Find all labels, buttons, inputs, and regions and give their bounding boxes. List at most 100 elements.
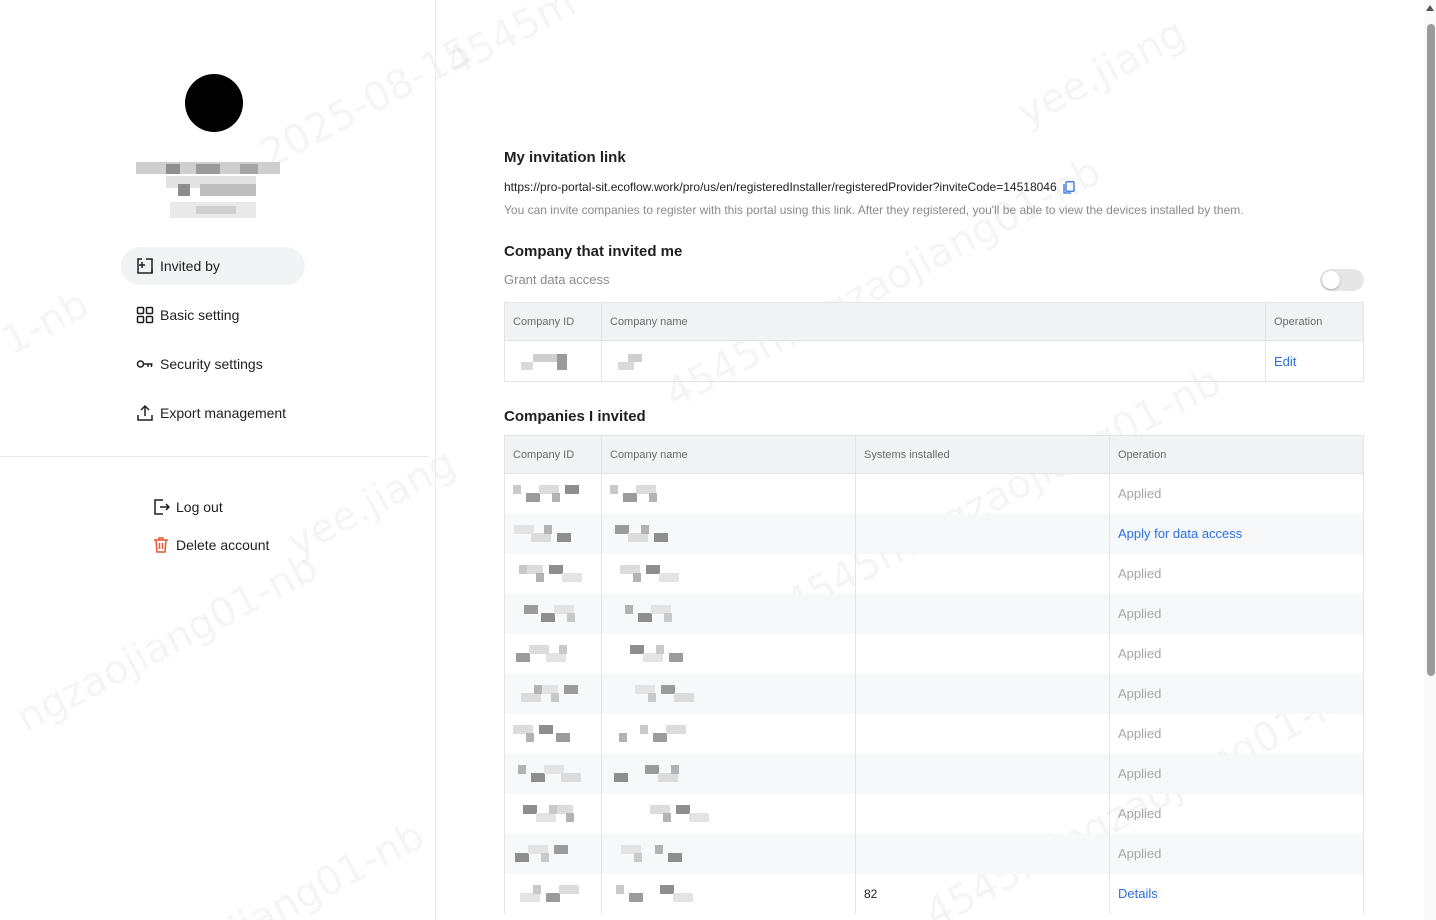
redacted-company-id bbox=[504, 340, 602, 382]
sidebar-item-security-settings[interactable]: Security settings bbox=[121, 345, 305, 383]
column-header: Operation bbox=[1109, 435, 1364, 474]
redacted-company-name bbox=[601, 753, 856, 794]
logout-button[interactable]: Log out bbox=[152, 496, 223, 518]
redacted-company-name bbox=[601, 633, 856, 674]
redacted-company-id bbox=[504, 873, 602, 914]
invited-me-title: Company that invited me bbox=[504, 243, 683, 260]
applied-status: Applied bbox=[1118, 686, 1162, 701]
systems-installed-value: 82 bbox=[864, 886, 878, 901]
systems-installed-cell bbox=[855, 833, 1110, 874]
operation-cell: Applied bbox=[1109, 553, 1364, 594]
applied-status: Applied bbox=[1118, 646, 1162, 661]
table-row: Applied bbox=[504, 673, 1364, 714]
copy-icon[interactable] bbox=[1062, 180, 1075, 194]
redacted-company-name bbox=[601, 553, 856, 594]
column-header: Company name bbox=[601, 302, 1266, 341]
table-row: Edit bbox=[504, 340, 1364, 382]
redacted-company-name bbox=[601, 873, 856, 914]
redacted-company-id bbox=[504, 713, 602, 754]
table-row: Applied bbox=[504, 633, 1364, 674]
operation-cell: Applied bbox=[1109, 473, 1364, 514]
sidebar-item-basic-setting[interactable]: Basic setting bbox=[121, 296, 305, 334]
operation-cell: Applied bbox=[1109, 713, 1364, 754]
details-link[interactable]: Details bbox=[1118, 886, 1158, 901]
table-row: Applied bbox=[504, 553, 1364, 594]
scroll-up-arrow[interactable] bbox=[1426, 5, 1434, 11]
redacted-company-id bbox=[504, 753, 602, 794]
column-header: Systems installed bbox=[855, 435, 1110, 474]
redacted-company-id bbox=[504, 593, 602, 634]
applied-status: Applied bbox=[1118, 726, 1162, 741]
operation-cell: Applied bbox=[1109, 793, 1364, 834]
applied-status: Applied bbox=[1118, 846, 1162, 861]
table-row: Applied bbox=[504, 833, 1364, 874]
systems-installed-cell bbox=[855, 593, 1110, 634]
main-content: My invitation link https://pro-portal-si… bbox=[437, 0, 1424, 920]
operation-cell: Applied bbox=[1109, 833, 1364, 874]
companies-invited-table: Company ID Company name Systems installe… bbox=[504, 435, 1364, 914]
sidebar-item-export-management[interactable]: Export management bbox=[121, 394, 305, 432]
operation-cell: Apply for data access bbox=[1109, 513, 1364, 554]
logout-label: Log out bbox=[176, 499, 223, 515]
toggle-knob bbox=[1322, 271, 1340, 289]
systems-installed-cell bbox=[855, 793, 1110, 834]
applied-status: Applied bbox=[1118, 806, 1162, 821]
column-header: Company ID bbox=[504, 302, 602, 341]
grant-data-access-toggle[interactable] bbox=[1320, 269, 1364, 291]
applied-status: Applied bbox=[1118, 606, 1162, 621]
redacted-company-id bbox=[504, 673, 602, 714]
table-row: Applied bbox=[504, 593, 1364, 634]
systems-installed-cell bbox=[855, 673, 1110, 714]
sidebar-divider bbox=[0, 456, 428, 457]
operation-cell: Applied bbox=[1109, 673, 1364, 714]
avatar[interactable] bbox=[185, 74, 243, 132]
invite-icon bbox=[136, 257, 154, 275]
invitation-link[interactable]: https://pro-portal-sit.ecoflow.work/pro/… bbox=[504, 180, 1057, 194]
apply-data-access-link[interactable]: Apply for data access bbox=[1118, 526, 1242, 541]
invited-me-table: Company ID Company name Operation Edit bbox=[504, 302, 1364, 382]
redacted-company-name bbox=[601, 673, 856, 714]
redacted-company-id bbox=[504, 473, 602, 514]
sidebar-item-label: Security settings bbox=[160, 356, 263, 372]
systems-installed-cell bbox=[855, 513, 1110, 554]
redacted-company-name bbox=[601, 593, 856, 634]
applied-status: Applied bbox=[1118, 766, 1162, 781]
table-row: Applied bbox=[504, 473, 1364, 514]
systems-installed-cell bbox=[855, 713, 1110, 754]
applied-status: Applied bbox=[1118, 566, 1162, 581]
sidebar-item-invited-by[interactable]: Invited by bbox=[121, 247, 305, 285]
logout-icon bbox=[152, 498, 170, 516]
sidebar-item-label: Export management bbox=[160, 405, 287, 421]
table-row: Applied bbox=[504, 753, 1364, 794]
delete-account-label: Delete account bbox=[176, 537, 270, 553]
edit-link[interactable]: Edit bbox=[1274, 354, 1296, 369]
systems-installed-cell bbox=[855, 633, 1110, 674]
redacted-company-name bbox=[601, 833, 856, 874]
export-icon bbox=[136, 404, 154, 422]
redacted-company-name bbox=[601, 340, 1266, 382]
table-row: Applied bbox=[504, 713, 1364, 754]
systems-installed-cell: 82 bbox=[855, 873, 1110, 914]
operation-cell: Edit bbox=[1265, 340, 1364, 382]
grid-icon bbox=[136, 306, 154, 324]
redacted-company-id bbox=[504, 513, 602, 554]
systems-installed-cell bbox=[855, 473, 1110, 514]
operation-cell: Applied bbox=[1109, 753, 1364, 794]
sidebar-item-label: Invited by bbox=[160, 258, 220, 274]
sidebar: Invited by Basic setting Security settin… bbox=[0, 0, 436, 920]
operation-cell: Applied bbox=[1109, 593, 1364, 634]
table-row: Applied bbox=[504, 793, 1364, 834]
operation-cell: Applied bbox=[1109, 633, 1364, 674]
redacted-company-id bbox=[504, 833, 602, 874]
delete-account-button[interactable]: Delete account bbox=[152, 534, 269, 556]
invitation-title: My invitation link bbox=[504, 149, 626, 166]
systems-installed-cell bbox=[855, 553, 1110, 594]
redacted-company-id bbox=[504, 553, 602, 594]
redacted-company-name bbox=[601, 713, 856, 754]
grant-data-access-label: Grant data access bbox=[504, 272, 610, 287]
sidebar-item-label: Basic setting bbox=[160, 307, 240, 323]
key-icon bbox=[136, 355, 154, 373]
redacted-company-name bbox=[601, 513, 856, 554]
column-header: Operation bbox=[1265, 302, 1364, 341]
scrollbar-thumb[interactable] bbox=[1427, 24, 1435, 676]
